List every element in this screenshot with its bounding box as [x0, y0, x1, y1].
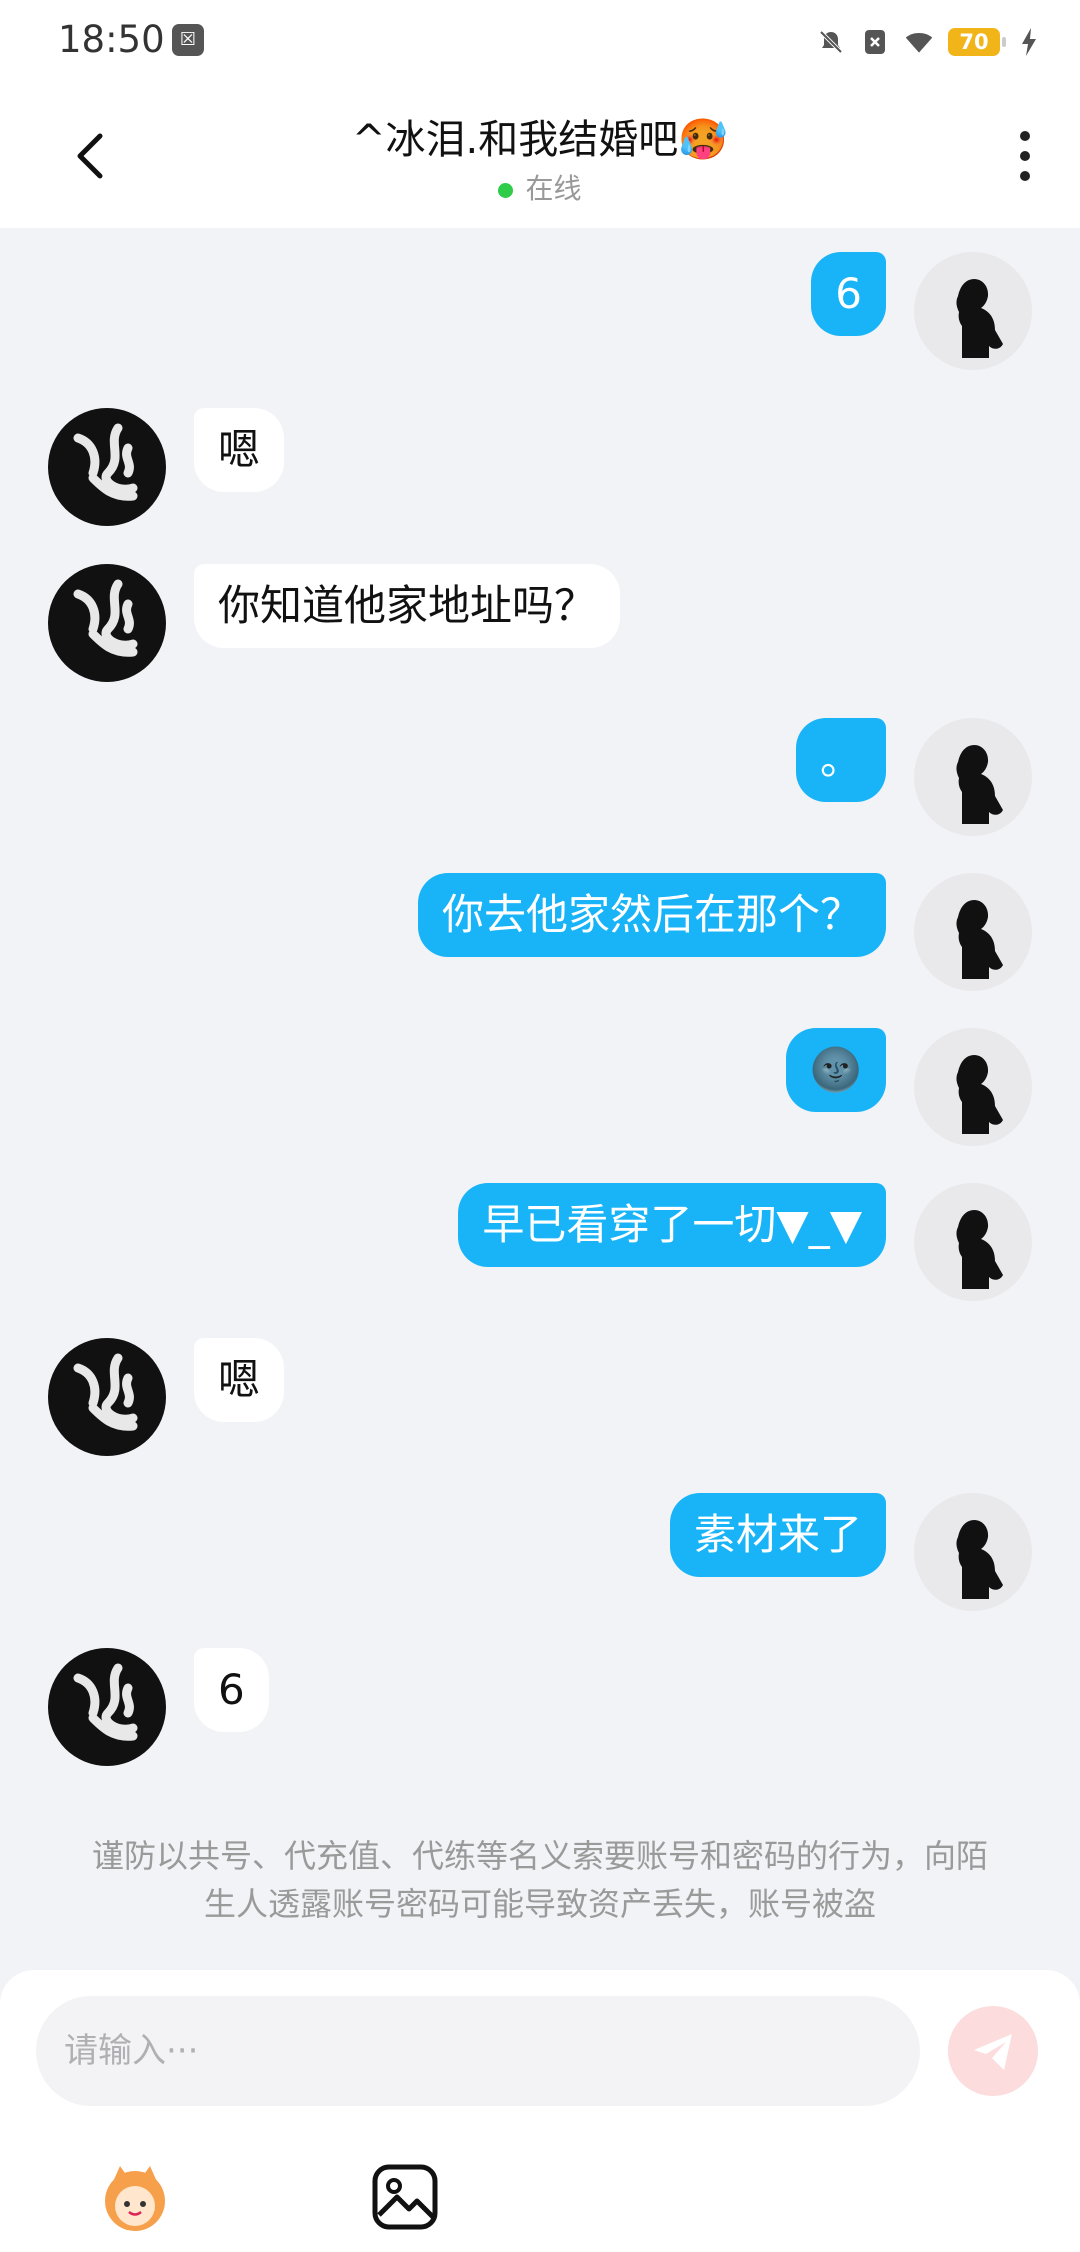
battery-icon: 70: [948, 28, 1006, 56]
presence-status: 在线: [0, 167, 1080, 207]
chat-header: ^冰泪.和我结婚吧🥵 在线: [0, 82, 1080, 228]
contact-name[interactable]: ^冰泪.和我结婚吧🥵: [0, 107, 1080, 165]
more-vertical-icon[interactable]: [1010, 126, 1040, 186]
contact-avatar[interactable]: [48, 564, 166, 682]
message-bubble[interactable]: 。: [795, 718, 886, 802]
online-dot-icon: [498, 182, 514, 198]
message-bubble[interactable]: 你去他家然后在那个？: [417, 873, 886, 957]
message-bubble[interactable]: 素材来了: [669, 1493, 886, 1577]
contact-avatar[interactable]: [48, 408, 166, 526]
contact-avatar[interactable]: [48, 1338, 166, 1456]
status-time: 18:50: [58, 18, 165, 61]
composer: [0, 1970, 1080, 2252]
status-icons: 70: [816, 22, 1044, 62]
message-input[interactable]: [36, 1996, 920, 2106]
message-bubble[interactable]: 嗯: [194, 408, 285, 492]
app-badge-icon: ☒: [172, 24, 204, 56]
message-list[interactable]: 6 嗯 你知道他家地址吗？ 。 你去他家然后在那个？ 🌚 早已看穿了一切▼_▼ …: [0, 228, 1080, 1970]
message-bubble[interactable]: 6: [811, 252, 886, 336]
sim-off-icon: [860, 27, 890, 57]
my-avatar[interactable]: [914, 252, 1032, 370]
wifi-icon: [904, 27, 934, 57]
my-avatar[interactable]: [914, 1493, 1032, 1611]
message-bubble[interactable]: 嗯: [194, 1338, 285, 1422]
message-bubble[interactable]: 你知道他家地址吗？: [194, 564, 621, 648]
image-icon[interactable]: [362, 2154, 448, 2240]
security-notice: 谨防以共号、代充值、代练等名义索要账号和密码的行为，向陌生人透露账号密码可能导致…: [91, 1837, 988, 1923]
mute-bell-icon: [816, 27, 846, 57]
message-bubble[interactable]: 🌚: [785, 1028, 886, 1112]
message-bubble[interactable]: 6: [194, 1648, 269, 1732]
mascot-sticker-icon[interactable]: [92, 2154, 178, 2240]
status-bar: 18:50 ☒ 70: [0, 0, 1080, 82]
my-avatar[interactable]: [914, 1183, 1032, 1301]
my-avatar[interactable]: [914, 718, 1032, 836]
my-avatar[interactable]: [914, 873, 1032, 991]
my-avatar[interactable]: [914, 1028, 1032, 1146]
presence-label: 在线: [525, 172, 582, 205]
send-icon[interactable]: [948, 2006, 1038, 2096]
charging-bolt-icon: [1014, 27, 1044, 57]
message-bubble[interactable]: 早已看穿了一切▼_▼: [458, 1183, 886, 1267]
contact-avatar[interactable]: [48, 1648, 166, 1766]
